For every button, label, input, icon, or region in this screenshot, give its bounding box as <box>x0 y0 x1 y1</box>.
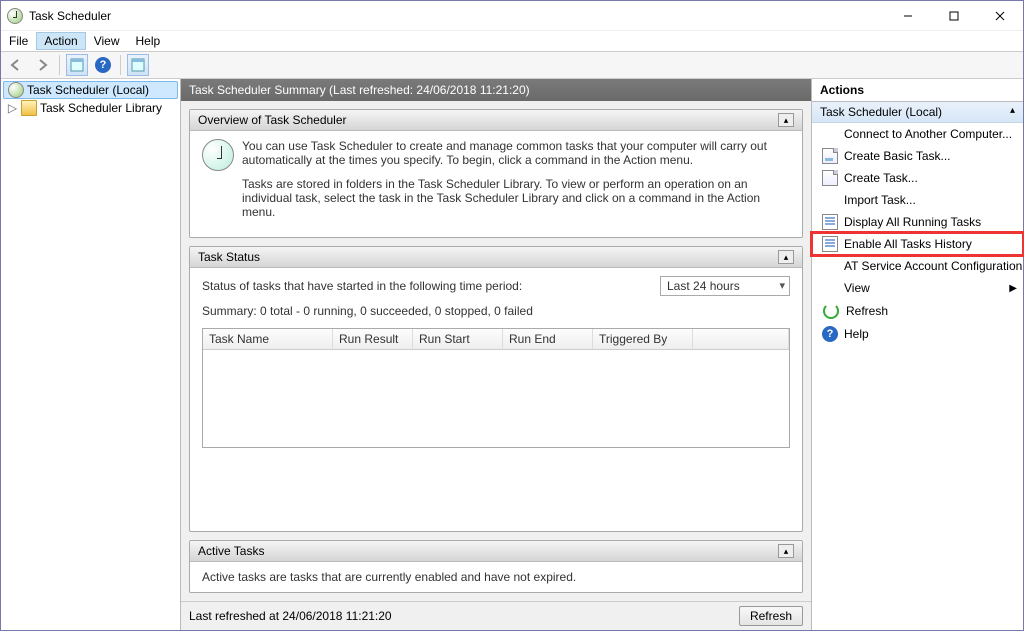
blank-icon <box>822 192 838 208</box>
tree-root[interactable]: Task Scheduler (Local) <box>3 81 178 99</box>
col-start[interactable]: Run Start <box>413 329 503 349</box>
actions-group[interactable]: Task Scheduler (Local) <box>812 102 1023 123</box>
toolbar-help-icon[interactable]: ? <box>92 54 114 76</box>
actions-header: Actions <box>812 79 1023 102</box>
collapse-icon[interactable]: ▴ <box>778 113 794 127</box>
col-end[interactable]: Run End <box>503 329 593 349</box>
tree-library[interactable]: ▷ Task Scheduler Library <box>3 99 178 117</box>
status-table: Task Name Run Result Run Start Run End T… <box>202 328 790 448</box>
menu-help[interactable]: Help <box>128 32 169 50</box>
action-create-task[interactable]: Create Task... <box>812 167 1023 189</box>
col-name[interactable]: Task Name <box>203 329 333 349</box>
forward-button[interactable] <box>31 54 53 76</box>
collapse-icon[interactable]: ▴ <box>778 250 794 264</box>
toolbar-btn-2[interactable] <box>127 54 149 76</box>
active-title: Active Tasks <box>198 544 264 558</box>
folder-icon <box>21 100 37 116</box>
minimize-button[interactable] <box>885 1 931 31</box>
close-button[interactable] <box>977 1 1023 31</box>
refresh-icon <box>823 303 839 319</box>
collapse-icon[interactable]: ▴ <box>778 544 794 558</box>
last-refreshed: Last refreshed at 24/06/2018 11:21:20 <box>189 609 392 623</box>
maximize-button[interactable] <box>931 1 977 31</box>
col-trigger[interactable]: Triggered By <box>593 329 693 349</box>
action-create-basic[interactable]: Create Basic Task... <box>812 145 1023 167</box>
action-help[interactable]: ?Help <box>812 323 1023 345</box>
menu-view[interactable]: View <box>86 32 128 50</box>
refresh-button[interactable]: Refresh <box>739 606 803 626</box>
overview-p2: Tasks are stored in folders in the Task … <box>242 177 790 219</box>
back-button[interactable] <box>5 54 27 76</box>
window-title: Task Scheduler <box>29 9 111 23</box>
action-at-service[interactable]: AT Service Account Configuration <box>812 255 1023 277</box>
list-icon <box>822 236 838 252</box>
task-icon <box>822 148 838 164</box>
summary-header: Task Scheduler Summary (Last refreshed: … <box>181 79 811 101</box>
action-connect[interactable]: Connect to Another Computer... <box>812 123 1023 145</box>
overview-title: Overview of Task Scheduler <box>198 113 347 127</box>
blank-icon <box>822 126 838 142</box>
expand-icon[interactable]: ▷ <box>7 101 18 115</box>
period-dropdown[interactable]: Last 24 hours <box>660 276 790 296</box>
action-import[interactable]: Import Task... <box>812 189 1023 211</box>
task-icon <box>822 170 838 186</box>
toolbar-btn-1[interactable] <box>66 54 88 76</box>
status-period-label: Status of tasks that have started in the… <box>202 279 522 293</box>
action-view[interactable]: View▶ <box>812 277 1023 299</box>
clock-icon <box>8 82 24 98</box>
app-icon <box>7 8 23 24</box>
action-display-running[interactable]: Display All Running Tasks <box>812 211 1023 233</box>
help-icon: ? <box>822 326 838 342</box>
list-icon <box>822 214 838 230</box>
action-refresh[interactable]: Refresh <box>812 299 1023 323</box>
menu-file[interactable]: File <box>1 32 36 50</box>
blank-icon <box>822 258 838 274</box>
action-enable-history[interactable]: Enable All Tasks History <box>812 233 1023 255</box>
clock-icon <box>202 139 234 171</box>
menu-action[interactable]: Action <box>36 32 85 50</box>
tree-root-label: Task Scheduler (Local) <box>27 83 149 97</box>
status-title: Task Status <box>198 250 260 264</box>
status-summary: Summary: 0 total - 0 running, 0 succeede… <box>202 304 790 318</box>
blank-icon <box>822 280 838 296</box>
overview-p1: You can use Task Scheduler to create and… <box>242 139 790 167</box>
active-desc: Active tasks are tasks that are currentl… <box>202 570 576 584</box>
col-result[interactable]: Run Result <box>333 329 413 349</box>
chevron-right-icon: ▶ <box>1009 283 1017 294</box>
tree-library-label: Task Scheduler Library <box>40 101 162 115</box>
